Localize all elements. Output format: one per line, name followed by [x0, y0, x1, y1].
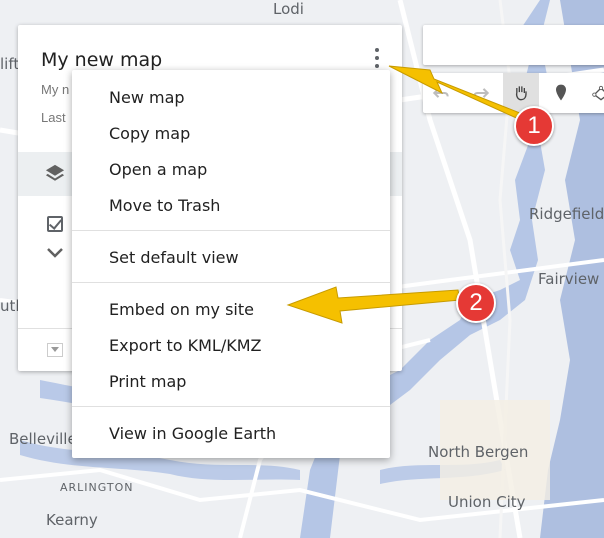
- menu-item-export-kml-kmz[interactable]: Export to KML/KMZ: [109, 336, 261, 355]
- undo-button[interactable]: [423, 73, 459, 113]
- draw-line-button[interactable]: [583, 73, 604, 113]
- more-options-menu: New map Copy map Open a map Move to Tras…: [72, 70, 390, 458]
- menu-divider: [72, 230, 390, 231]
- map-description[interactable]: My n: [41, 82, 69, 97]
- search-box[interactable]: [423, 25, 604, 65]
- menu-item-new-map[interactable]: New map: [109, 88, 185, 107]
- menu-item-embed-on-my-site[interactable]: Embed on my site: [109, 300, 254, 319]
- more-vert-icon: [375, 48, 379, 52]
- map-label-arlington: ARLINGTON: [60, 481, 134, 494]
- map-label-lodi: Lodi: [273, 0, 304, 18]
- more-options-button[interactable]: [370, 45, 384, 71]
- annotation-badge-2: 2: [456, 283, 496, 323]
- map-label-fairview: Fairview: [538, 270, 600, 288]
- menu-item-copy-map[interactable]: Copy map: [109, 124, 190, 143]
- checkbox-icon[interactable]: [47, 216, 63, 232]
- hand-icon: [515, 86, 527, 101]
- marker-icon: [556, 84, 566, 101]
- menu-item-print-map[interactable]: Print map: [109, 372, 186, 391]
- menu-divider: [72, 282, 390, 283]
- more-vert-icon-dot: [375, 64, 379, 68]
- annotation-badge-1: 1: [514, 106, 554, 146]
- map-label-partial-lift: lift: [0, 55, 20, 73]
- redo-button[interactable]: [463, 73, 499, 113]
- map-label-north-bergen: North Bergen: [428, 443, 529, 461]
- menu-item-set-default-view[interactable]: Set default view: [109, 248, 239, 267]
- draw-line-icon: [592, 85, 604, 101]
- add-marker-button[interactable]: [543, 73, 579, 113]
- map-toolbar: [423, 73, 604, 113]
- chevron-down-icon[interactable]: [46, 247, 64, 259]
- menu-item-open-a-map[interactable]: Open a map: [109, 160, 207, 179]
- map-title[interactable]: My new map: [41, 49, 162, 71]
- layers-icon: [45, 164, 65, 181]
- map-label-kearny: Kearny: [46, 511, 98, 529]
- map-label-ridgefield: Ridgefield: [529, 205, 604, 223]
- menu-divider: [72, 406, 390, 407]
- menu-item-move-to-trash[interactable]: Move to Trash: [109, 196, 220, 215]
- more-vert-icon-dot: [375, 56, 379, 60]
- undo-icon: [432, 88, 449, 98]
- map-label-belleville: Belleville: [9, 430, 77, 448]
- base-map-toggle[interactable]: [47, 343, 63, 357]
- menu-item-view-in-google-earth[interactable]: View in Google Earth: [109, 424, 276, 443]
- map-label-union-city: Union City: [448, 493, 526, 511]
- redo-icon: [473, 88, 490, 98]
- last-edited-text: Last: [41, 110, 66, 125]
